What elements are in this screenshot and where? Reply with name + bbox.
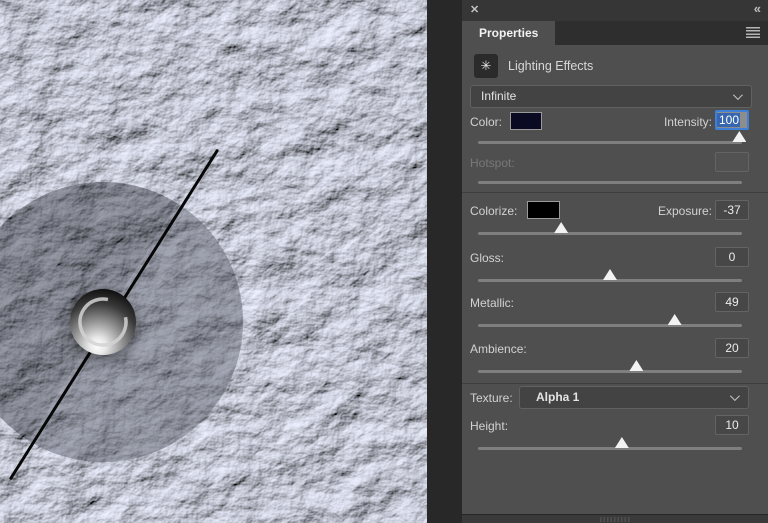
gloss-slider[interactable] (478, 269, 742, 282)
intensity-slider[interactable] (478, 131, 747, 144)
hotspot-label: Hotspot: (470, 156, 515, 170)
chevron-down-icon (732, 90, 743, 101)
color-label: Color: (470, 115, 503, 129)
gloss-slider-thumb[interactable] (603, 269, 617, 280)
metallic-slider[interactable] (478, 314, 742, 327)
panel-tab-bar: Properties (462, 21, 768, 45)
ambience-slider-thumb[interactable] (629, 360, 644, 371)
exposure-label: Exposure: (657, 204, 712, 218)
lighting-effects-icon: ✳ (474, 54, 498, 78)
height-input[interactable]: 10 (715, 415, 749, 435)
intensity-slider-thumb[interactable] (732, 131, 747, 142)
close-panel-icon[interactable]: ✕ (470, 3, 479, 16)
section-separator (462, 383, 768, 384)
texture-value: Alpha 1 (536, 390, 580, 404)
properties-body: ✳ Lighting Effects Infinite Color: Inten… (462, 45, 768, 514)
chevron-down-icon (729, 391, 740, 402)
texture-label: Texture: (470, 391, 513, 405)
light-color-swatch[interactable] (510, 112, 542, 130)
exposure-input[interactable]: -37 (715, 200, 749, 220)
ambience-input[interactable]: 20 (715, 338, 749, 358)
gloss-input[interactable]: 0 (715, 247, 749, 267)
section-separator (462, 192, 768, 193)
photoshop-workspace: ✕ « Properties ✳ Lighting Effects Infini… (0, 0, 768, 523)
effect-title: Lighting Effects (508, 59, 594, 73)
colorize-swatch[interactable] (527, 201, 560, 219)
light-type-value: Infinite (481, 89, 517, 103)
panel-menu-icon[interactable] (746, 27, 760, 38)
resize-grip[interactable] (600, 517, 630, 522)
texture-select[interactable]: Alpha 1 (519, 386, 749, 409)
panel-bottom-bar (462, 514, 768, 523)
document-canvas[interactable] (0, 0, 427, 523)
metallic-input[interactable]: 49 (715, 292, 749, 312)
light-control-knob[interactable] (70, 289, 136, 355)
knob-ring-icon (78, 297, 128, 347)
height-slider-thumb[interactable] (614, 437, 629, 448)
tab-properties[interactable]: Properties (462, 21, 556, 45)
intensity-label: Intensity: (663, 115, 712, 129)
metallic-label: Metallic: (470, 296, 515, 310)
metallic-slider-thumb[interactable] (667, 314, 682, 325)
intensity-input[interactable]: 100 (715, 110, 749, 130)
intensity-value: 100 (717, 113, 741, 127)
panel-titlebar: ✕ « (462, 0, 768, 21)
properties-panel: ✕ « Properties ✳ Lighting Effects Infini… (462, 0, 768, 523)
ambience-label: Ambience: (470, 342, 527, 356)
gloss-label: Gloss: (470, 251, 505, 265)
exposure-slider-thumb[interactable] (554, 222, 569, 233)
hotspot-slider (478, 181, 742, 184)
hotspot-input (715, 152, 749, 172)
exposure-slider[interactable] (478, 222, 742, 235)
height-slider[interactable] (478, 437, 742, 450)
colorize-label: Colorize: (470, 204, 518, 218)
height-label: Height: (470, 419, 509, 433)
light-type-select[interactable]: Infinite (470, 85, 752, 108)
collapse-to-icons-icon[interactable]: « (754, 1, 761, 16)
ambience-slider[interactable] (478, 360, 742, 373)
